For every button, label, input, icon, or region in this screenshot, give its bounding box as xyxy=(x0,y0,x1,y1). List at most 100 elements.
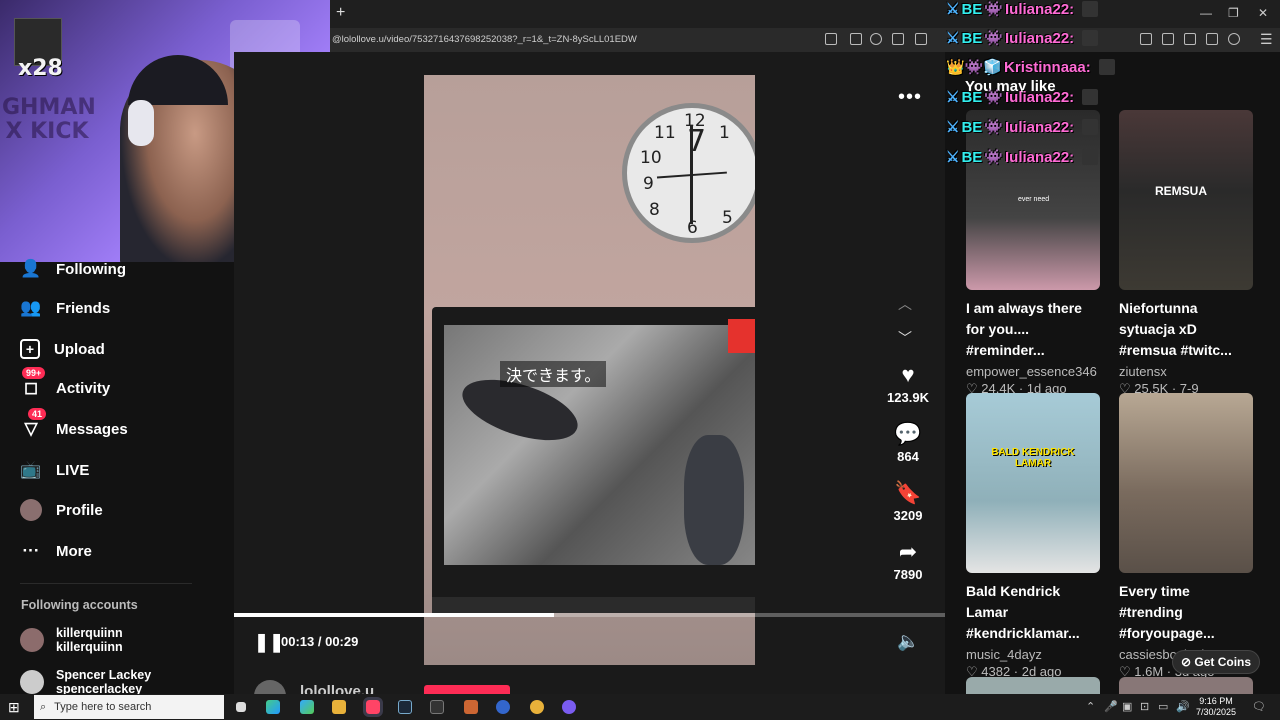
video-thumbnail: BALD KENDRICK LAMAR xyxy=(966,393,1100,573)
volume-tray-icon[interactable]: 🔊 xyxy=(1176,700,1190,713)
sidebar-item-label: Friends xyxy=(56,299,111,317)
chat-user: Kristinnaaa: xyxy=(1004,58,1091,76)
shield-icon[interactable] xyxy=(1228,33,1240,45)
share-button[interactable]: ➦ 7890 xyxy=(878,539,938,582)
puzzle-icon[interactable] xyxy=(1206,33,1218,45)
sidebar-item-label: LIVE xyxy=(56,461,90,479)
chat-user: Iuliana22: xyxy=(1004,29,1075,47)
new-tab-button[interactable]: + xyxy=(336,4,345,22)
recommended-video-thumbnail-partial[interactable] xyxy=(1119,677,1253,694)
chat-message: ⚔ BE 👾 Iuliana22: xyxy=(946,0,1099,18)
upload-icon: + xyxy=(20,339,40,359)
tray-mic-icon[interactable]: 🎤 xyxy=(1104,700,1118,713)
sidebar-item-following[interactable]: 👤 Following xyxy=(20,255,126,283)
activity-badge: 99+ xyxy=(22,367,46,379)
video-thumbnail: REMSUA xyxy=(1119,110,1253,290)
taskbar-clock[interactable]: 9:16 PM 7/30/2025 xyxy=(1196,696,1236,718)
following-account[interactable]: Spencer Lackey spencerlackey xyxy=(20,668,151,696)
app-icon[interactable] xyxy=(464,700,478,714)
get-coins-label: Get Coins xyxy=(1194,655,1252,669)
share-arrow-icon: ➦ xyxy=(898,539,918,564)
video-title: Every time #trending #foryoupage... xyxy=(1119,583,1215,641)
sidebar-item-profile[interactable]: Profile xyxy=(20,496,103,524)
extension-icon[interactable] xyxy=(1140,33,1152,45)
volume-icon[interactable]: 🔈 xyxy=(897,631,919,652)
edge-icon[interactable] xyxy=(300,700,314,714)
xbox-icon[interactable] xyxy=(430,700,444,714)
tray-app-icon[interactable]: ⊡ xyxy=(1140,700,1149,713)
like-count: 123.9K xyxy=(887,390,929,405)
sidebar-item-activity[interactable]: ◻ 99+ Activity xyxy=(20,367,110,402)
video-author: ziutensx xyxy=(1119,364,1167,379)
video-more-button[interactable]: ••• xyxy=(898,86,922,109)
avatar xyxy=(20,670,44,694)
get-coins-button[interactable]: ⊘ Get Coins xyxy=(1172,650,1261,674)
sidebar-item-friends[interactable]: 👥 Friends xyxy=(20,294,110,322)
app-icon[interactable] xyxy=(530,700,544,714)
following-account[interactable]: killerquiinn killerquiinn xyxy=(20,626,123,654)
zoom-icon[interactable] xyxy=(870,33,882,45)
sidebar-item-more[interactable]: ··· More xyxy=(20,537,92,565)
heart-icon: ♥ xyxy=(901,362,915,387)
save-button[interactable]: 🔖 3209 xyxy=(878,480,938,523)
video-time: 00:13 / 00:29 xyxy=(281,634,359,649)
sidebar-icon[interactable] xyxy=(892,33,904,45)
account-name: Spencer Lackey xyxy=(56,668,152,682)
next-video-button[interactable]: ﹀ xyxy=(898,328,912,348)
thumbnail-overlay: ever need xyxy=(1018,196,1050,203)
sidebar-item-live[interactable]: 📺 LIVE xyxy=(20,456,89,484)
recommended-video[interactable]: BALD KENDRICK LAMAR Bald Kendrick Lamar … xyxy=(966,393,1100,680)
menu-icon[interactable]: ☰ xyxy=(1260,31,1273,48)
network-icon[interactable]: ▭ xyxy=(1158,700,1168,713)
chat-message: ⚔ BE 👾 Iuliana22: xyxy=(946,29,1099,47)
taskbar-search[interactable]: ⌕ Type here to search xyxy=(34,695,224,719)
like-button[interactable]: ♥ 123.9K xyxy=(878,362,938,405)
share-icon[interactable] xyxy=(915,33,927,45)
recommended-video[interactable]: REMSUA Niefortunna sytuacja xD #remsua #… xyxy=(1119,110,1253,397)
notifications-icon[interactable]: 🗨 xyxy=(1252,700,1266,713)
address-bar[interactable]: @lolollove.u/video/7532716437698252038?_… xyxy=(330,28,1280,52)
comment-button[interactable]: 💬 864 xyxy=(878,421,938,464)
headphone-cup xyxy=(128,100,154,146)
close-button[interactable]: ✕ xyxy=(1258,6,1268,20)
pause-button[interactable]: ❚❚ xyxy=(254,632,284,653)
chat-user: Iuliana22: xyxy=(1004,118,1075,136)
maximize-button[interactable]: ❐ xyxy=(1228,6,1239,20)
screenshot-icon[interactable] xyxy=(850,33,862,45)
sidebar-item-upload[interactable]: + Upload xyxy=(20,335,105,363)
tray-app-icon[interactable]: ▣ xyxy=(1122,700,1132,713)
start-button[interactable]: ⊞ xyxy=(8,699,20,716)
chat-user: Iuliana22: xyxy=(1004,88,1075,106)
more-icon: ··· xyxy=(22,541,40,560)
following-accounts-heading: Following accounts xyxy=(21,598,138,612)
follow-button[interactable] xyxy=(424,685,510,694)
previous-video-button[interactable]: ︿ xyxy=(898,294,912,314)
copilot-icon[interactable] xyxy=(266,700,280,714)
app-icon[interactable] xyxy=(562,700,576,714)
tv-caption: 決できます。 xyxy=(500,361,607,387)
task-view-icon[interactable] xyxy=(236,702,246,712)
minimize-button[interactable]: — xyxy=(1200,6,1212,20)
comment-count: 864 xyxy=(897,449,919,464)
steam-icon[interactable] xyxy=(398,700,412,714)
sidebar-item-messages[interactable]: ▽ 41 Messages xyxy=(20,408,128,443)
video-progress-bar[interactable] xyxy=(234,613,945,617)
wallet-icon[interactable] xyxy=(1184,33,1196,45)
sidebar-item-label: Messages xyxy=(56,420,128,438)
video-area: 12 11 1 10 9 8 6 5 7 決できます。 xyxy=(234,52,945,694)
account-handle: killerquiinn xyxy=(56,640,123,654)
file-explorer-icon[interactable] xyxy=(332,700,346,714)
windows-taskbar: ⊞ ⌕ Type here to search ⌃ 🎤 ▣ ⊡ ▭ 🔊 9:16… xyxy=(0,694,1280,720)
reader-icon[interactable] xyxy=(825,33,837,45)
chat-user: Iuliana22: xyxy=(1004,148,1075,166)
bookmark-icon: 🔖 xyxy=(894,480,922,505)
recommended-video-thumbnail-partial[interactable] xyxy=(966,677,1100,694)
sidebar-item-label: Upload xyxy=(54,340,105,358)
recommended-video[interactable]: Every time #trending #foryoupage... cass… xyxy=(1119,393,1253,680)
split-view-icon[interactable] xyxy=(1162,33,1174,45)
tray-chevron-icon[interactable]: ⌃ xyxy=(1086,700,1095,713)
brave-icon[interactable] xyxy=(363,697,383,717)
url-text[interactable]: @lolollove.u/video/7532716437698252038?_… xyxy=(332,34,637,45)
video-player[interactable]: 12 11 1 10 9 8 6 5 7 決できます。 xyxy=(424,75,755,665)
app-icon[interactable] xyxy=(496,700,510,714)
